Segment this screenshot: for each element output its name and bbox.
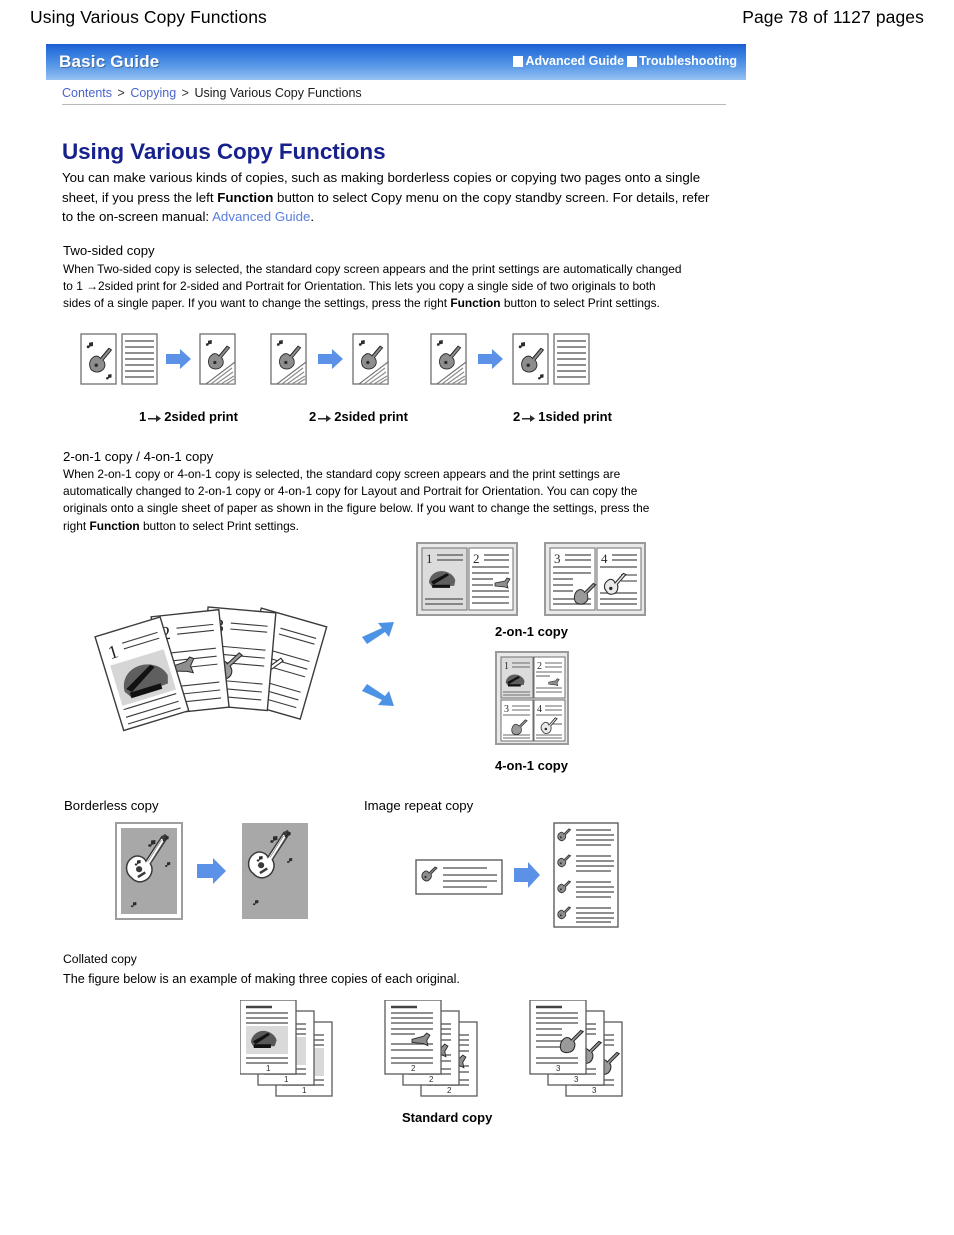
section-heading-two-sided-copy: Two-sided copy: [63, 243, 155, 258]
image-repeat-result: [553, 822, 619, 928]
caption-2-from: 2: [309, 409, 317, 424]
section-heading-borderless-copy: Borderless copy: [64, 798, 159, 813]
section-heading-image-repeat-copy: Image repeat copy: [364, 798, 474, 813]
n-on-1-bold-function: Function: [89, 518, 140, 533]
banner-link-group: Advanced Guide Troubleshooting: [513, 54, 737, 68]
running-head-title: Using Various Copy Functions: [30, 6, 267, 27]
basic-guide-banner: Basic Guide Advanced Guide Troubleshooti…: [46, 44, 746, 80]
troubleshooting-link[interactable]: Troubleshooting: [627, 54, 737, 68]
arrow-right-blue-icon: [318, 349, 343, 369]
advanced-guide-inline-link[interactable]: Advanced Guide: [212, 209, 310, 224]
two-sided-bold-function: Function: [450, 296, 501, 311]
svg-text:3: 3: [504, 704, 509, 715]
arrow-right-small-icon: [522, 415, 536, 422]
caption-2-to-2sided: 2 2sided print: [309, 409, 408, 424]
svg-text:3: 3: [554, 551, 561, 566]
page-title: Using Various Copy Functions: [62, 139, 386, 164]
sheet-2-on-1-a: 1 2: [416, 542, 518, 616]
breadcrumb-separator: >: [181, 86, 189, 100]
square-bullet-icon: [627, 55, 638, 67]
section-body-collated-copy: The figure below is an example of making…: [63, 972, 460, 986]
svg-text:2: 2: [473, 551, 480, 566]
arrow-up-right-blue-icon: [362, 622, 394, 644]
breadcrumb-item-copying[interactable]: Copying: [130, 86, 176, 100]
caption-1-to: 2sided print: [164, 409, 238, 424]
arrow-down-right-blue-icon: [362, 684, 394, 706]
svg-text:2: 2: [429, 1075, 434, 1084]
svg-text:4: 4: [537, 704, 542, 715]
arrow-right-glyph-icon: →: [86, 279, 99, 294]
svg-text:3: 3: [592, 1086, 597, 1095]
svg-text:1: 1: [504, 661, 509, 672]
breadcrumb-separator: >: [117, 86, 125, 100]
n-on-1-text-2: button to select Print settings.: [139, 518, 299, 533]
svg-text:2: 2: [411, 1064, 416, 1073]
caption-3-from: 2: [513, 409, 521, 424]
svg-text:2: 2: [447, 1086, 452, 1095]
arrow-right-blue-icon: [197, 858, 226, 884]
two-sided-text-3: button to select Print settings.: [500, 296, 660, 311]
figure-2-on-1-output: 1 2 3 4: [416, 542, 646, 616]
two-sided-group-3: [430, 333, 590, 385]
advanced-guide-link[interactable]: Advanced Guide: [513, 54, 624, 68]
caption-2-to-1sided: 2 1sided print: [513, 409, 612, 424]
caption-2-to: 2sided print: [334, 409, 408, 424]
caption-standard-copy: Standard copy: [402, 1110, 493, 1125]
square-bullet-icon: [513, 55, 524, 67]
arrow-right-small-icon: [148, 415, 162, 422]
svg-text:1: 1: [266, 1064, 271, 1073]
caption-4-on-1-copy: 4-on-1 copy: [495, 758, 568, 773]
figure-image-repeat-copy: [415, 822, 619, 928]
collated-stack-2: 2 2 2: [384, 1000, 478, 1097]
section-heading-n-on-1-copy: 2-on-1 copy / 4-on-1 copy: [63, 449, 214, 464]
svg-text:1: 1: [284, 1075, 289, 1084]
caption-1-from: 1: [139, 409, 147, 424]
borderless-result-page: [242, 823, 308, 919]
arrow-right-small-icon: [318, 415, 332, 422]
collated-stack-1: 1 1 1: [240, 1000, 333, 1097]
svg-text:3: 3: [574, 1075, 579, 1084]
figure-4-on-1-output: 1 2 3 4: [495, 651, 569, 745]
figure-collated-copy: 1 1 1 2 2 2 3 3 3: [240, 1000, 623, 1097]
breadcrumb-item-contents[interactable]: Contents: [62, 86, 112, 100]
caption-2-on-1-copy: 2-on-1 copy: [495, 624, 568, 639]
two-sided-group-2: [270, 333, 389, 385]
figure-original-pages-fan: 4 3 2 1: [94, 606, 394, 732]
sheet-2-on-1-b: 3 4: [544, 542, 646, 616]
svg-text:1: 1: [426, 551, 433, 566]
breadcrumb: Contents > Copying > Using Various Copy …: [62, 86, 362, 100]
svg-text:3: 3: [556, 1064, 561, 1073]
intro-text-3: .: [310, 209, 315, 224]
advanced-guide-link-label: Advanced Guide: [525, 54, 625, 68]
figure-two-sided-copy: [80, 333, 590, 385]
breadcrumb-divider: [62, 104, 726, 105]
intro-bold-function: Function: [217, 189, 274, 205]
collated-stack-3: 3 3 3: [529, 1000, 623, 1097]
section-body-two-sided-copy: When Two-sided copy is selected, the sta…: [63, 261, 683, 313]
banner-title: Basic Guide: [59, 52, 160, 71]
caption-1-to-2sided: 1 2sided print: [139, 409, 238, 424]
troubleshooting-link-label: Troubleshooting: [639, 54, 737, 68]
arrow-right-blue-icon: [478, 349, 503, 369]
image-repeat-source: [415, 859, 503, 895]
section-heading-collated-copy: Collated copy: [63, 952, 137, 966]
svg-text:2: 2: [537, 661, 542, 672]
running-head-page-number: Page 78 of 1127 pages: [742, 6, 924, 27]
svg-text:4: 4: [601, 551, 608, 566]
two-sided-group-1: [80, 333, 236, 385]
arrow-right-blue-icon: [514, 862, 540, 888]
caption-3-to: 1sided print: [538, 409, 612, 424]
breadcrumb-item-current: Using Various Copy Functions: [194, 86, 362, 100]
svg-text:1: 1: [302, 1086, 307, 1095]
figure-borderless-copy: [115, 822, 308, 920]
intro-paragraph: You can make various kinds of copies, su…: [62, 168, 710, 227]
borderless-source-page: [115, 822, 183, 920]
arrow-right-blue-icon: [166, 349, 191, 369]
section-body-n-on-1-copy: When 2-on-1 copy or 4-on-1 copy is selec…: [63, 466, 663, 535]
page-running-head: Using Various Copy Functions Page 78 of …: [0, 0, 954, 34]
